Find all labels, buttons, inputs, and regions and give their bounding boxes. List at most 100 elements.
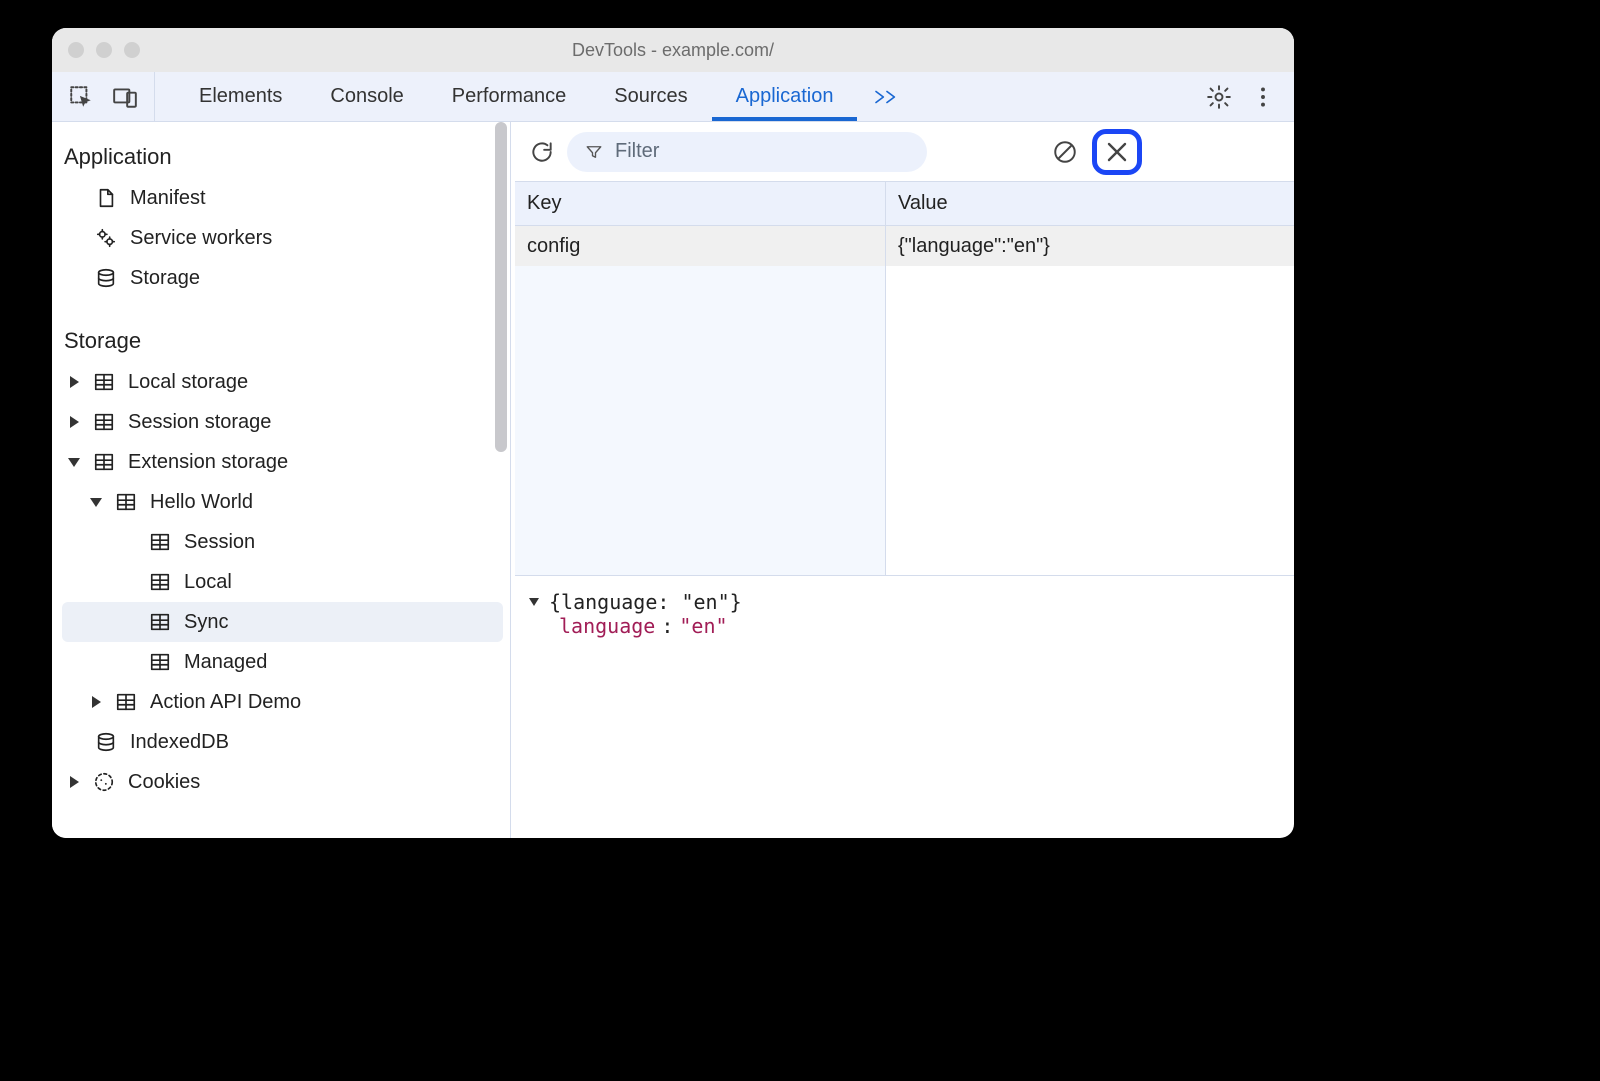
table-icon [148, 531, 172, 553]
table-icon [92, 371, 116, 393]
cell-key: config [515, 235, 885, 258]
more-tabs-chevron-icon[interactable] [871, 86, 903, 108]
sidebar-item-label: Session [184, 531, 255, 554]
sidebar-item-label: Manifest [130, 187, 206, 210]
tab-strip: Elements Console Performance Sources App… [52, 72, 1294, 122]
value-inspector: {language: "en"} language: "en" [515, 576, 1294, 838]
tab-label: Console [330, 85, 403, 108]
minimize-window-button[interactable] [96, 42, 112, 58]
table-empty-area [515, 266, 1294, 575]
sidebar-item-managed[interactable]: Managed [62, 642, 503, 682]
sidebar-item-label: Local storage [128, 371, 248, 394]
database-icon [94, 267, 118, 289]
sidebar-item-label: Sync [184, 611, 228, 634]
filter-icon [585, 143, 603, 161]
kebab-menu-icon[interactable] [1250, 84, 1276, 110]
sidebar-item-hello-world[interactable]: Hello World [62, 482, 503, 522]
sidebar-section-storage: Storage [62, 316, 503, 362]
sidebar-scrollbar[interactable] [495, 122, 507, 452]
collapse-icon [90, 498, 102, 507]
table-icon [148, 611, 172, 633]
tab-label: Application [736, 85, 834, 108]
collapse-icon [68, 458, 80, 467]
tab-label: Sources [614, 85, 687, 108]
table-icon [92, 451, 116, 473]
sidebar-item-manifest[interactable]: Manifest [62, 178, 503, 218]
sidebar-item-label: Managed [184, 651, 267, 674]
refresh-icon[interactable] [529, 139, 555, 165]
devtools-window: DevTools - example.com/ Elements Console… [52, 28, 1294, 838]
table-row[interactable]: config {"language":"en"} [515, 226, 1294, 266]
cell-value: {"language":"en"} [885, 226, 1294, 266]
storage-toolbar: Filter [515, 122, 1294, 182]
tab-elements[interactable]: Elements [175, 72, 306, 121]
gear-icon[interactable] [1206, 84, 1232, 110]
document-icon [94, 187, 118, 209]
filter-input[interactable]: Filter [567, 132, 927, 172]
expand-icon [68, 376, 80, 388]
tab-label: Elements [199, 85, 282, 108]
table-icon [148, 651, 172, 673]
object-summary: {language: "en"} [549, 590, 742, 614]
property-name: language [559, 614, 655, 638]
sidebar-item-cookies[interactable]: Cookies [62, 762, 503, 802]
object-summary-line[interactable]: {language: "en"} [529, 590, 1280, 614]
inspect-element-icon[interactable] [68, 84, 94, 110]
table-icon [114, 491, 138, 513]
clear-all-icon[interactable] [1052, 139, 1078, 165]
filter-placeholder: Filter [615, 140, 659, 163]
property-value: "en" [679, 614, 727, 638]
delete-selected-icon[interactable] [1101, 136, 1133, 168]
gears-icon [94, 227, 118, 249]
sidebar-item-label: Local [184, 571, 232, 594]
tab-sources[interactable]: Sources [590, 72, 711, 121]
titlebar: DevTools - example.com/ [52, 28, 1294, 72]
sidebar-item-label: Hello World [150, 491, 253, 514]
tab-label: Performance [452, 85, 567, 108]
sidebar-item-service-workers[interactable]: Service workers [62, 218, 503, 258]
object-property-line[interactable]: language: "en" [559, 614, 1280, 638]
sidebar-item-label: Storage [130, 267, 200, 290]
sidebar-item-label: Action API Demo [150, 691, 301, 714]
sidebar-item-action-api-demo[interactable]: Action API Demo [62, 682, 503, 722]
sidebar-item-label: Service workers [130, 227, 272, 250]
zoom-window-button[interactable] [124, 42, 140, 58]
device-toolbar-icon[interactable] [112, 84, 138, 110]
storage-viewer: Filter Key Valu [515, 122, 1294, 838]
sidebar-item-storage[interactable]: Storage [62, 258, 503, 298]
expand-icon [90, 696, 102, 708]
pane-resizer[interactable] [507, 122, 515, 838]
sidebar-item-label: IndexedDB [130, 731, 229, 754]
collapse-icon [529, 598, 539, 606]
tab-application[interactable]: Application [712, 72, 858, 121]
table-header-value[interactable]: Value [885, 182, 1294, 225]
sidebar-item-indexeddb[interactable]: IndexedDB [62, 722, 503, 762]
sidebar-item-label: Cookies [128, 771, 200, 794]
expand-icon [68, 776, 80, 788]
sidebar-item-sync[interactable]: Sync [62, 602, 503, 642]
prop-sep: : [661, 614, 673, 638]
sidebar-section-application: Application [62, 132, 503, 178]
database-icon [94, 731, 118, 753]
tab-performance[interactable]: Performance [428, 72, 591, 121]
delete-selected-highlight [1092, 129, 1142, 175]
sidebar-item-session-storage[interactable]: Session storage [62, 402, 503, 442]
expand-icon [68, 416, 80, 428]
table-icon [148, 571, 172, 593]
tab-console[interactable]: Console [306, 72, 427, 121]
table-icon [92, 411, 116, 433]
application-sidebar: Application Manifest Service workers Sto… [52, 122, 507, 838]
table-header-key[interactable]: Key [515, 192, 885, 215]
sidebar-item-session[interactable]: Session [62, 522, 503, 562]
window-controls [68, 42, 140, 58]
window-title: DevTools - example.com/ [52, 40, 1294, 61]
sidebar-item-local[interactable]: Local [62, 562, 503, 602]
table-icon [114, 691, 138, 713]
sidebar-item-local-storage[interactable]: Local storage [62, 362, 503, 402]
sidebar-item-label: Session storage [128, 411, 271, 434]
sidebar-item-extension-storage[interactable]: Extension storage [62, 442, 503, 482]
close-window-button[interactable] [68, 42, 84, 58]
cookie-icon [92, 771, 116, 793]
table-header: Key Value [515, 182, 1294, 226]
sidebar-item-label: Extension storage [128, 451, 288, 474]
